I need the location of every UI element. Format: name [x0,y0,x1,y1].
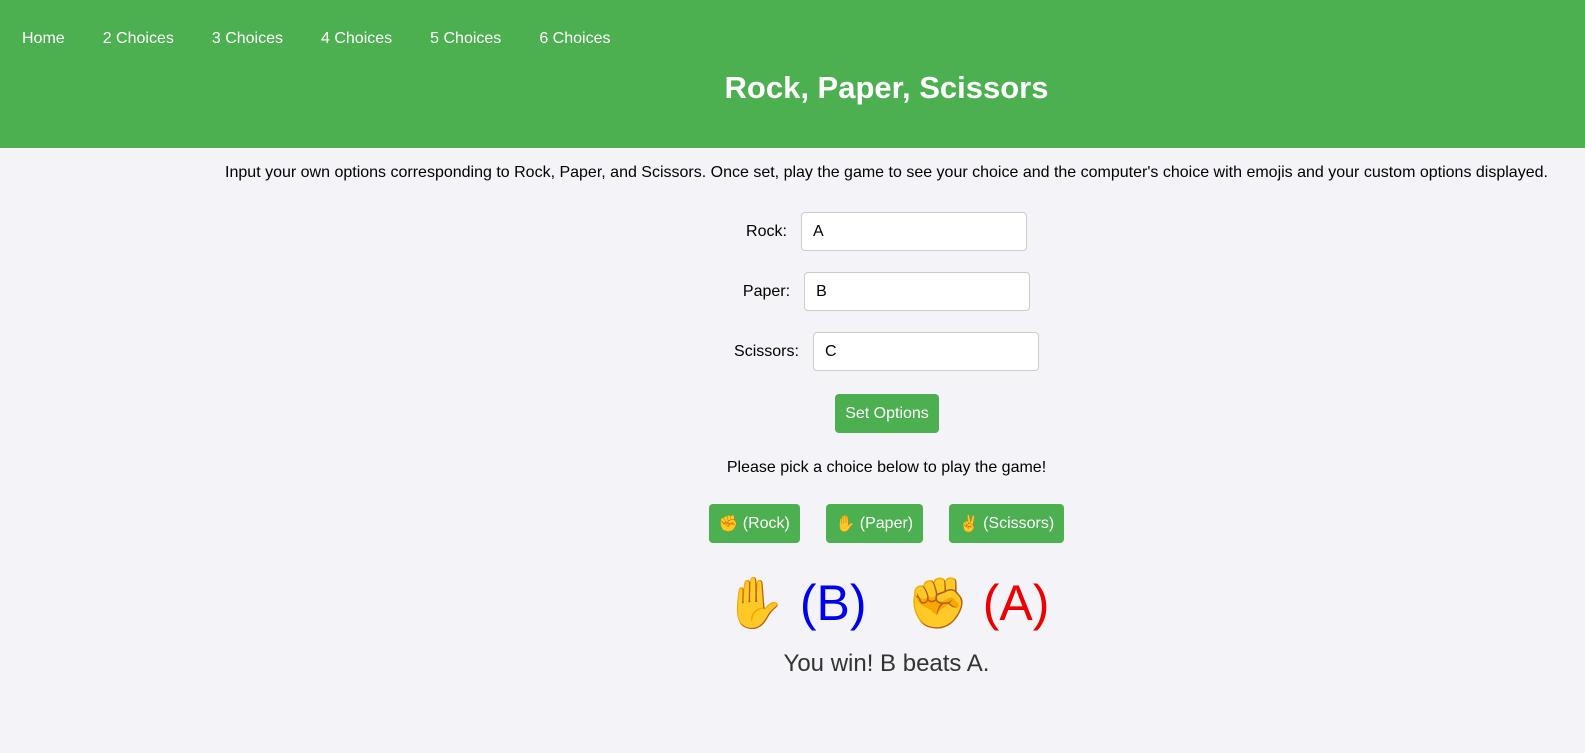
computer-fist-icon: ✊ [906,575,969,631]
page-title: Rock, Paper, Scissors [724,70,1049,105]
computer-pick: ✊ (A) [907,568,1050,638]
result-display: ✋ (B) ✊ (A) [0,568,1585,638]
scissors-label: Scissors: [734,342,799,360]
rock-choice-button[interactable]: ✊ (Rock) [708,504,800,543]
nav-home[interactable]: Home [0,28,85,50]
paper-row: Paper: [0,272,1585,311]
user-option: (B) [799,575,867,631]
top-nav: Home 2 Choices 3 Choices 4 Choices 5 Cho… [0,28,630,50]
intro-text: Input your own options corresponding to … [225,164,1548,181]
choice-buttons: ✊ (Rock) ✋ (Paper) ✌️ (Scissors) [0,504,1585,543]
nav-4-choices[interactable]: 4 Choices [303,28,412,50]
computer-option: (A) [982,575,1050,631]
nav-6-choices[interactable]: 6 Choices [521,28,630,50]
scissors-choice-button[interactable]: ✌️ (Scissors) [949,504,1065,543]
hand-icon: ✋ [835,515,856,533]
fist-icon: ✊ [718,515,739,533]
paper-label: Paper: [742,282,791,300]
rock-row: Rock: [0,212,1585,251]
play-prompt: Please pick a choice below to play the g… [726,459,1047,476]
scissors-input[interactable] [812,332,1039,371]
nav-2-choices[interactable]: 2 Choices [85,28,194,50]
rock-input[interactable] [800,212,1027,251]
victory-hand-icon: ✌️ [959,515,980,533]
rock-label: Rock: [746,222,787,240]
scissors-choice-label: (Scissors) [983,514,1055,532]
paper-choice-button[interactable]: ✋ (Paper) [825,504,924,543]
header: Home 2 Choices 3 Choices 4 Choices 5 Cho… [0,0,1585,148]
user-pick: ✋ (B) [724,568,867,638]
nav-5-choices[interactable]: 5 Choices [412,28,521,50]
set-options-button[interactable]: Set Options [835,394,939,433]
paper-input[interactable] [804,272,1031,311]
rock-choice-label: (Rock) [742,514,790,532]
outcome-message: You win! B beats A. [783,650,990,677]
user-hand-icon: ✋ [723,575,786,631]
nav-3-choices[interactable]: 3 Choices [194,28,303,50]
scissors-row: Scissors: [0,332,1585,371]
paper-choice-label: (Paper) [859,514,914,532]
